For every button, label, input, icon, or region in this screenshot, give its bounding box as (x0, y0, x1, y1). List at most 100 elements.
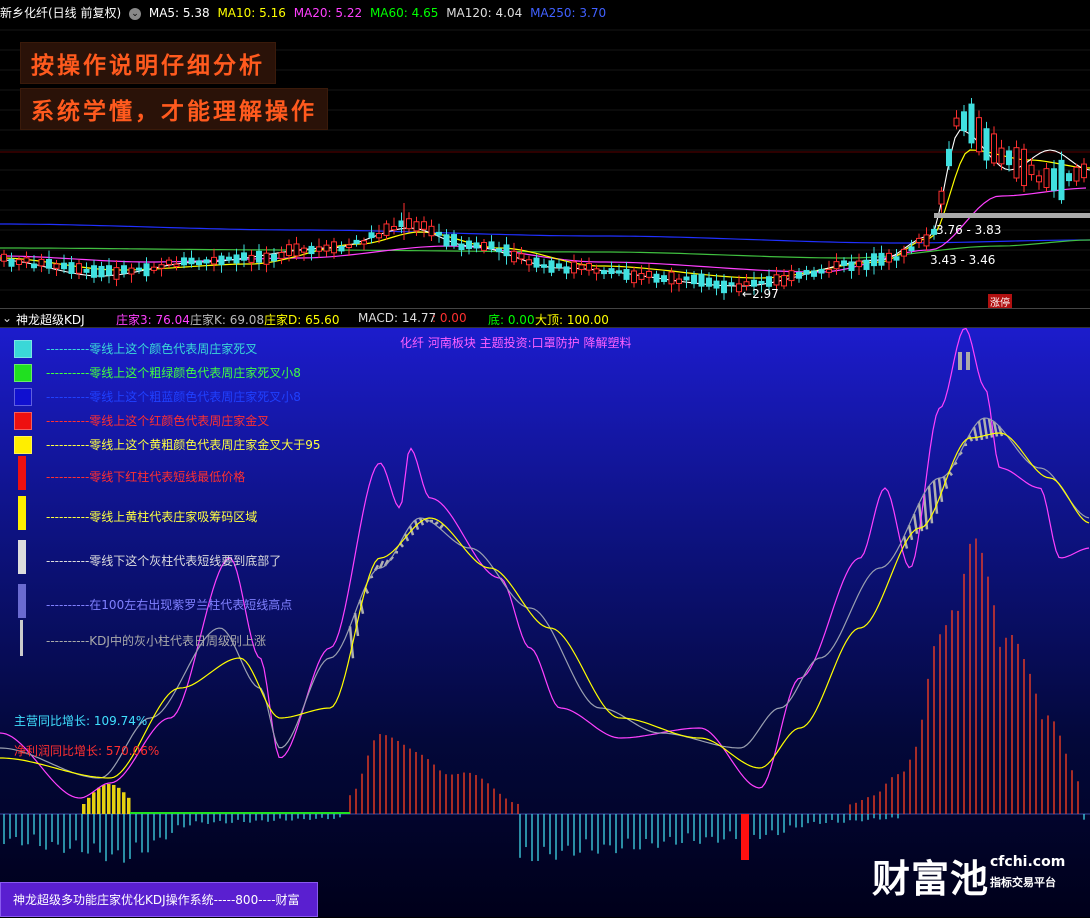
candle-body (767, 277, 772, 287)
candle-body (699, 274, 704, 286)
candle-body (887, 253, 892, 262)
candle-body (324, 245, 329, 251)
legend-row: ----------零线下这个灰柱代表短线要到底部了 (14, 544, 344, 580)
candle-body (954, 118, 959, 126)
candle-body (1082, 164, 1087, 178)
candle-body (407, 219, 412, 229)
candle-body (204, 260, 209, 263)
legend-swatch (14, 388, 32, 406)
candle-body (114, 268, 119, 280)
yellow-accumulation-bar (127, 798, 131, 814)
watermark-domain: cfchi.com (990, 854, 1065, 870)
candle-body (294, 244, 299, 256)
ma20-label: MA20: 5.22 (294, 6, 362, 20)
candle-body (977, 118, 982, 152)
legend-text: ----------KDJ中的灰小柱代表日周级别上涨 (46, 632, 266, 649)
indicator-title-bar: ⌄ 神龙超级KDJ 庄家3: 76.04 庄家K: 69.08 庄家D: 65.… (0, 308, 1090, 328)
candle-body (879, 253, 884, 265)
candle-body (894, 257, 899, 260)
candle-body (422, 222, 427, 230)
candle-body (69, 263, 74, 274)
candle-body (519, 254, 524, 259)
candle-body (917, 238, 922, 242)
candle-body (167, 260, 172, 264)
indicator-value-top: 大顶: 100.00 (535, 311, 609, 328)
price-range-label-1: 3.76 - 3.83 (936, 223, 1001, 237)
sector-info: 化纤 河南板块 主题投资:口罩防护 降解塑料 (400, 334, 632, 351)
candle-body (32, 264, 37, 268)
candle-body (572, 262, 577, 273)
price-chart-panel[interactable]: 新乡化纤(日线 前复权) ⌄ MA5: 5.38 MA10: 5.16 MA20… (0, 0, 1090, 308)
candle-body (489, 242, 494, 249)
candle-body (47, 259, 52, 268)
candle-body (339, 246, 344, 251)
candle-body (347, 245, 352, 248)
candle-body (39, 259, 44, 265)
indicator-value-zhuang3: 庄家3: 76.04 (116, 311, 190, 328)
legend-swatch (14, 364, 32, 382)
candle-body (549, 261, 554, 272)
legend-text: ----------零线上黄柱代表庄家吸筹码区域 (46, 508, 257, 525)
candle-body (722, 281, 727, 292)
candle-body (924, 235, 929, 246)
candle-body (482, 243, 487, 251)
candle-body (24, 258, 29, 262)
resistance-bar (934, 213, 1090, 218)
legend-row: ----------在100左右出现紫罗兰柱代表短线高点 (14, 588, 344, 624)
candle-body (759, 281, 764, 283)
legend-row: ----------零线上黄柱代表庄家吸筹码区域 (14, 500, 344, 536)
candle-body (872, 254, 877, 266)
legend-text: ----------零线下这个灰柱代表短线要到底部了 (46, 552, 281, 569)
candle-body (122, 266, 127, 274)
candle-body (639, 274, 644, 280)
legend-swatch (14, 436, 32, 454)
candle-body (1059, 160, 1064, 199)
candle-body (587, 264, 592, 271)
candle-body (864, 260, 869, 269)
ma10-label: MA10: 5.16 (217, 6, 285, 20)
ma60-label: MA60: 4.65 (370, 6, 438, 20)
candle-body (1067, 174, 1072, 181)
candle-body (662, 276, 667, 282)
price-range-label-2: 3.43 - 3.46 (930, 253, 995, 267)
dropdown-icon[interactable]: ⌄ (129, 8, 141, 20)
yellow-accumulation-bar (112, 785, 116, 814)
candle-body (377, 234, 382, 238)
candle-body (827, 270, 832, 273)
ma10-line (0, 150, 1090, 278)
indicator-name: 神龙超级KDJ (16, 311, 85, 328)
yellow-accumulation-bar (92, 792, 96, 814)
candle-body (992, 134, 997, 163)
candle-body (857, 261, 862, 267)
candle-body (594, 269, 599, 273)
candle-body (962, 112, 967, 131)
candle-body (152, 267, 157, 270)
candle-body (249, 255, 254, 262)
revenue-growth: 主营同比增长: 109.74% (14, 712, 147, 729)
legend-text: ----------零线上这个粗绿颜色代表周庄家死叉小8 (46, 364, 301, 381)
candle-body (1074, 167, 1079, 181)
candle-body (714, 281, 719, 288)
candle-body (474, 243, 479, 248)
kdj-indicator-panel[interactable]: 化纤 河南板块 主题投资:口罩防护 降解塑料 ----------零线上这个颜色… (0, 328, 1090, 917)
legend-swatch (14, 412, 32, 430)
candle-body (77, 264, 82, 274)
candle-body (527, 260, 532, 265)
candle-body (512, 251, 517, 261)
red-bottom-bar (741, 814, 749, 860)
yellow-accumulation-bar (97, 788, 101, 814)
candle-body (647, 271, 652, 277)
low-price-value: 2.97 (752, 287, 779, 301)
candle-body (1029, 165, 1034, 174)
candle-body (812, 271, 817, 276)
candle-body (797, 272, 802, 278)
candle-body (197, 261, 202, 265)
indicator-dropdown-icon[interactable]: ⌄ (2, 311, 12, 325)
legend-row: ----------零线下红柱代表短线最低价格 (14, 460, 344, 496)
candle-body (467, 241, 472, 248)
candle-body (707, 278, 712, 286)
candle-body (602, 271, 607, 274)
legend-swatch (20, 620, 23, 656)
candle-body (279, 253, 284, 259)
candle-body (782, 276, 787, 286)
